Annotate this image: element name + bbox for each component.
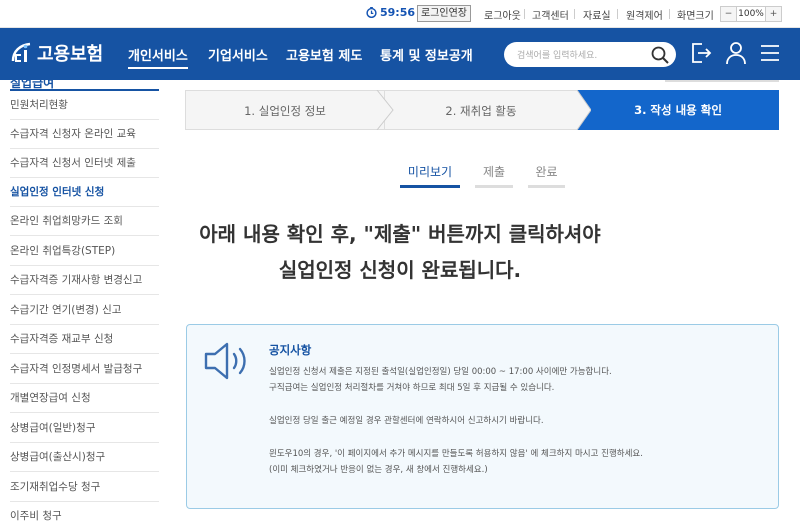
sidebar-item-early-reemployment[interactable]: 조기재취업수당 청구	[10, 473, 159, 502]
sidebar-item-extension[interactable]: 수급기간 연기(변경) 신고	[10, 296, 159, 325]
site-logo[interactable]: 고용보험	[10, 40, 103, 66]
archive-link[interactable]: 자료실	[583, 7, 611, 22]
clock-icon	[366, 7, 377, 18]
divider	[574, 9, 575, 19]
menu-statistics[interactable]: 통계 및 정보공개	[380, 45, 473, 64]
menu-insurance-system[interactable]: 고용보험 제도	[286, 45, 362, 64]
utility-bar: 59:56 로그인연장 로그아웃 고객센터 자료실 원격제어 화면크기 − 10…	[0, 0, 800, 28]
notice-line: 구직급여는 실업인정 처리절차를 거쳐야 하므로 최대 5일 후 지급될 수 있…	[269, 383, 555, 393]
sidebar-item-status[interactable]: 민원처리현황	[10, 91, 159, 120]
logout-icon[interactable]	[690, 41, 712, 65]
step-1: 1. 실업인정 정보	[185, 90, 385, 130]
divider	[617, 9, 618, 19]
divider	[669, 9, 670, 19]
search-icon[interactable]	[650, 45, 670, 65]
notice-line: 실업인정 당일 출근 예정일 경우 관할센터에 연락하시어 신고하시기 바랍니다…	[269, 416, 544, 426]
notice-line: (이미 체크하였거나 반응이 없는 경우, 새 창에서 진행하세요.)	[269, 465, 488, 475]
preview-tabs: 미리보기 제출 완료	[0, 160, 800, 190]
remote-control-link[interactable]: 원격제어	[626, 7, 663, 22]
relogin-button[interactable]: 로그인연장	[417, 5, 471, 22]
tab-complete[interactable]: 완료	[528, 160, 565, 188]
content-top-edge	[665, 80, 779, 82]
main-nav: 고용보험 개인서비스 기업서비스 고용보험 제도 통계 및 정보공개 검색어를 …	[0, 28, 800, 80]
zoom-in-button[interactable]: +	[766, 7, 781, 21]
sidebar-item-statement[interactable]: 수급자격 인정명세서 발급청구	[10, 355, 159, 384]
step-separator-icon	[376, 90, 394, 130]
main-notice-line2: 실업인정 신청이 완료됩니다.	[278, 258, 522, 282]
sidebar-item-relocation[interactable]: 이주비 청구	[10, 502, 159, 524]
zoom-control: − 100% +	[720, 6, 782, 22]
tab-submit[interactable]: 제출	[475, 160, 513, 188]
search-input[interactable]: 검색어를 입력하세요.	[504, 42, 676, 67]
tab-preview[interactable]: 미리보기	[400, 160, 460, 188]
zoom-value: 100%	[736, 7, 766, 21]
logout-link[interactable]: 로그아웃	[484, 7, 521, 22]
step-active-arrow-icon	[577, 90, 591, 130]
step-indicator: 1. 실업인정 정보 2. 재취업 활동 3. 작성 내용 확인	[185, 90, 779, 130]
menu-personal-service[interactable]: 개인서비스	[128, 45, 188, 69]
notice-title: 공지사항	[269, 343, 312, 357]
screen-size-label: 화면크기	[677, 11, 714, 22]
step-3-current: 3. 작성 내용 확인	[577, 90, 779, 130]
notice-line: 실업인정 신청서 제출은 지정된 출석일(실업인정일) 당일 00:00 ~ 1…	[269, 367, 612, 377]
sidebar-item-sickness-birth[interactable]: 상병급여(출산시)청구	[10, 443, 159, 472]
sidebar: 실업급여 민원처리현황 수급자격 신청자 온라인 교육 수급자격 신청서 인터넷…	[0, 80, 160, 524]
zoom-out-button[interactable]: −	[721, 7, 736, 21]
customer-center-link[interactable]: 고객센터	[532, 7, 569, 22]
logo-text: 고용보험	[37, 44, 104, 65]
hamburger-menu-icon[interactable]	[760, 41, 780, 65]
notice-line: 윈도우10의 경우, '이 페이지에서 추가 메시지를 만들도록 허용하지 않음…	[269, 449, 643, 459]
sidebar-item-sickness-general[interactable]: 상병급여(일반)청구	[10, 414, 159, 443]
divider	[524, 9, 525, 19]
logo-mark-icon	[10, 41, 34, 65]
sidebar-item-reissue[interactable]: 수급자격증 재교부 신청	[10, 325, 159, 354]
notice-box: 공지사항 실업인정 신청서 제출은 지정된 출석일(실업인정일) 당일 00:0…	[186, 324, 779, 509]
search-placeholder: 검색어를 입력하세요.	[517, 51, 598, 61]
sidebar-item-online-edu[interactable]: 수급자격 신청자 온라인 교육	[10, 120, 159, 149]
main-notice-line1: 아래 내용 확인 후, "제출" 버튼까지 클릭하셔야	[199, 222, 601, 246]
sidebar-item-individual-extension[interactable]: 개별연장급여 신청	[10, 384, 159, 413]
timer-value: 59:56	[380, 6, 416, 19]
step-2: 2. 재취업 활동	[385, 90, 577, 130]
session-timer: 59:56	[366, 6, 415, 19]
speaker-icon	[204, 342, 246, 380]
menu-business-service[interactable]: 기업서비스	[208, 45, 268, 64]
user-icon[interactable]	[725, 41, 747, 65]
